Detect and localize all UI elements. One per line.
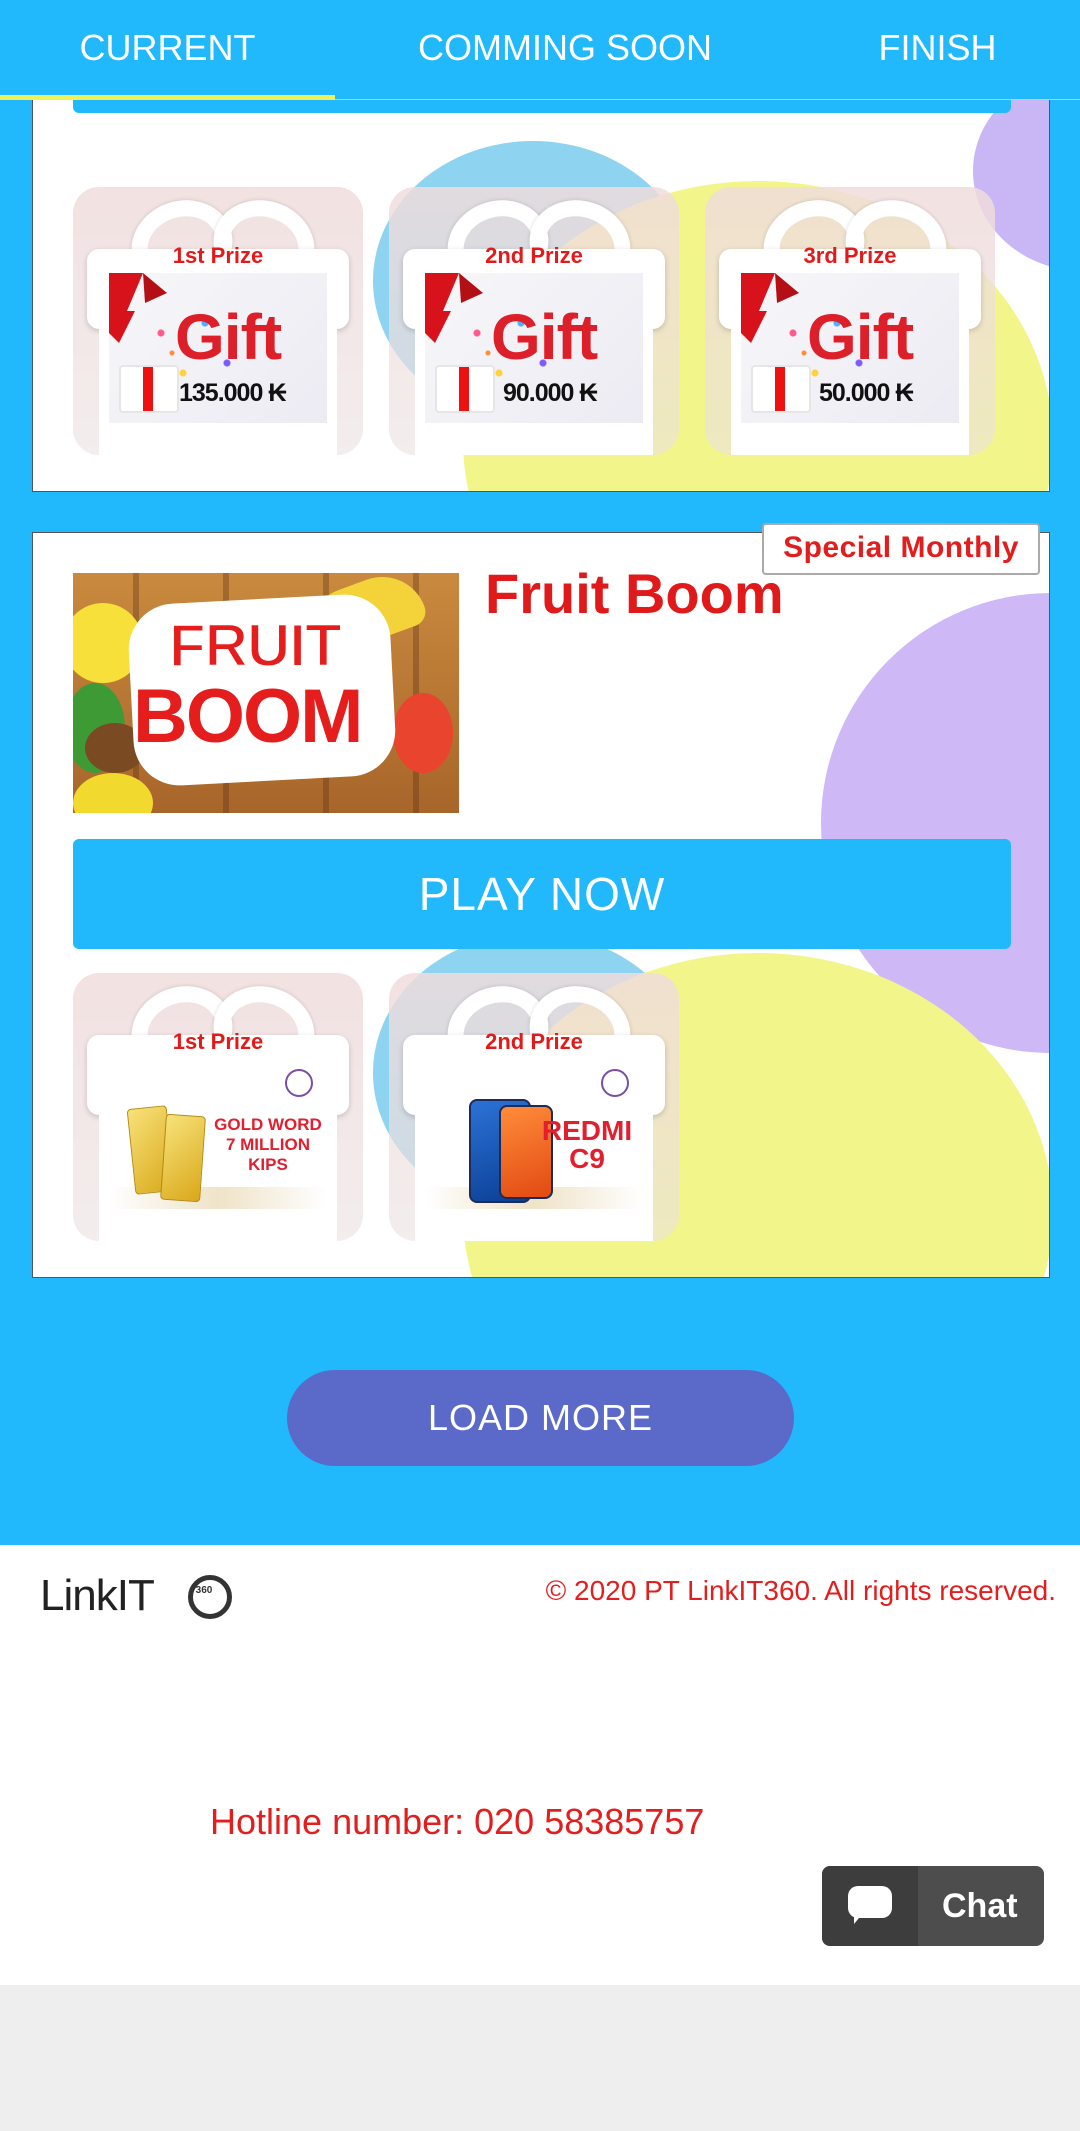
tab-current[interactable]: CURRENT <box>0 0 335 100</box>
copyright-text: © 2020 PT LinkIT360. All rights reserved… <box>545 1575 1056 1606</box>
ribbon-icon <box>109 273 167 343</box>
chat-label: Chat <box>942 1887 1018 1925</box>
ribbon-icon <box>741 273 799 343</box>
game-card-1: PLAY NOW 1st Prize Gift 135.000 ₭ 2nd Pr… <box>32 60 1050 492</box>
tab-finish[interactable]: FINISH <box>795 0 1080 100</box>
tab-bar: CURRENT COMMING SOON FINISH <box>0 0 1080 100</box>
prize-rank: 3rd Prize <box>803 243 897 268</box>
logo-seal-icon <box>285 1069 313 1097</box>
apple-icon <box>393 693 453 773</box>
game-thumbnail[interactable]: FRUIT BOOM <box>73 573 459 813</box>
play-now-button[interactable]: PLAY NOW <box>73 839 1011 949</box>
special-monthly-badge: Special Monthly <box>762 523 1040 575</box>
prize-card: 1st Prize GOLD WORD 7 MILLION KIPS <box>73 973 363 1241</box>
prize-rank: 2nd Prize <box>485 243 583 268</box>
refresh-ring-icon <box>188 1575 232 1619</box>
thumbnail-text: FRUIT <box>168 611 343 680</box>
prize-card: 2nd Prize REDMI C9 <box>389 973 679 1241</box>
hotline-text: Hotline number: 020 58385757 <box>210 1801 705 1842</box>
prize-image: Gift 90.000 ₭ <box>425 273 643 423</box>
game-title: Fruit Boom <box>485 562 784 625</box>
prize-card: 1st Prize Gift 135.000 ₭ <box>73 187 363 455</box>
prize-rank: 1st Prize <box>172 243 264 268</box>
prize-image: GOLD WORD 7 MILLION KIPS <box>109 1059 327 1209</box>
prize-image: Gift 50.000 ₭ <box>741 273 959 423</box>
logo-seal-icon <box>601 1069 629 1097</box>
prize-card: 2nd Prize Gift 90.000 ₭ <box>389 187 679 455</box>
load-more-button[interactable]: LOAD MORE <box>287 1370 794 1466</box>
prize-card: 3rd Prize Gift 50.000 ₭ <box>705 187 995 455</box>
prize-image: REDMI C9 <box>425 1059 643 1209</box>
prize-rank: 1st Prize <box>172 1029 264 1054</box>
prize-image: Gift 135.000 ₭ <box>109 273 327 423</box>
brand-logo[interactable]: LinkIT 360 <box>40 1563 240 1623</box>
ribbon-icon <box>425 273 483 343</box>
chat-button[interactable]: Chat <box>822 1866 1044 1946</box>
thumbnail-text: BOOM <box>133 674 363 759</box>
tab-coming-soon[interactable]: COMMING SOON <box>335 0 795 100</box>
chat-bubble-icon <box>848 1886 892 1924</box>
active-tab-indicator <box>0 95 335 100</box>
prize-rank: 2nd Prize <box>485 1029 583 1054</box>
game-card-2: FRUIT BOOM Fruit Boom PLAY NOW 1st Prize… <box>32 532 1050 1278</box>
